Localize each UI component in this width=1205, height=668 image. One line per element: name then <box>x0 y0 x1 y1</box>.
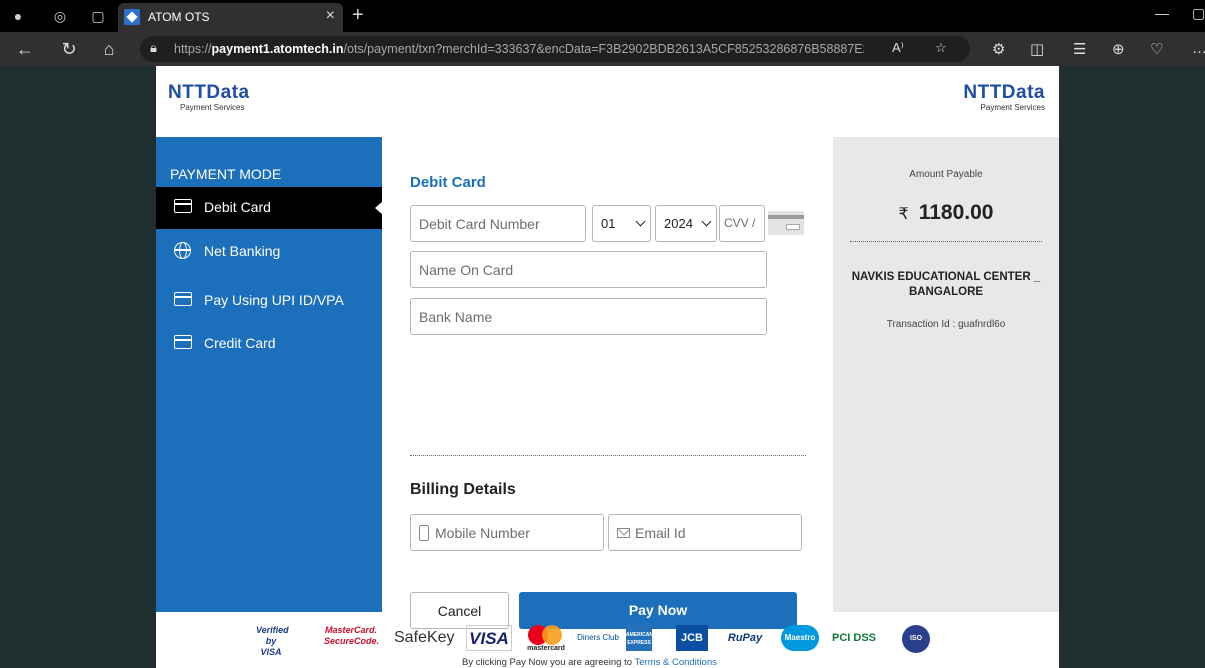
minimize-icon[interactable]: — <box>1155 5 1169 21</box>
rupay-badge: RuPay <box>727 632 763 644</box>
refresh-icon[interactable]: ↻ <box>58 39 80 59</box>
ntt-data-logo-left: NTTData Payment Services <box>168 82 250 112</box>
tab-title: ATOM OTS <box>148 10 210 24</box>
divider <box>410 455 806 456</box>
workspaces-icon[interactable]: ◎ <box>50 6 70 26</box>
mastercard-badge: mastercard <box>524 625 568 652</box>
mastercard-badge-text: mastercard <box>527 645 565 652</box>
card-number-input[interactable]: Debit Card Number <box>410 205 586 242</box>
verified-by-visa-badge: Verified by VISA <box>256 625 289 657</box>
maximize-icon[interactable]: ▢ <box>1192 5 1205 22</box>
email-input[interactable]: Email Id <box>608 514 802 551</box>
terms-link[interactable]: Terms & Conditions <box>635 657 717 668</box>
logo-subtext: Payment Services <box>980 103 1045 112</box>
iso-certification-badge: ISO <box>902 625 930 653</box>
address-bar[interactable]: 🔒︎ https://payment1.atomtech.in/ots/paym… <box>140 36 970 62</box>
browser-tab[interactable]: ATOM OTS × <box>118 3 343 32</box>
amount-number: 1180.00 <box>918 201 994 224</box>
cvv-input[interactable]: CVV / <box>719 205 765 242</box>
browser-tab-strip: ● ◎ ▢ ATOM OTS × + — ▢ <box>0 0 1205 32</box>
amount-label: Amount Payable <box>909 169 983 180</box>
maestro-badge: Maestro <box>781 625 819 651</box>
card-icon <box>174 292 192 306</box>
safekey-badge: SafeKey <box>394 629 455 646</box>
sidebar-title: PAYMENT MODE <box>170 166 282 182</box>
payment-mode-sidebar: PAYMENT MODE Debit Card Net Banking Pay … <box>156 137 383 612</box>
collections-icon[interactable]: ⊕ <box>1112 40 1125 58</box>
pci-dss-badge: PCI DSS <box>831 632 876 644</box>
card-number-placeholder: Debit Card Number <box>419 216 540 232</box>
home-icon[interactable]: ⌂ <box>98 39 120 59</box>
tab-close-icon[interactable]: × <box>326 7 335 25</box>
new-tab-icon[interactable]: + <box>352 4 364 27</box>
sidebar-item-net-banking[interactable]: Net Banking <box>156 231 382 273</box>
sidebar-item-label: Credit Card <box>204 335 276 351</box>
split-screen-icon[interactable]: ◫ <box>1030 40 1044 58</box>
favorite-star-icon[interactable]: ☆ <box>935 40 947 56</box>
email-placeholder: Email Id <box>635 525 686 541</box>
extensions-icon[interactable]: ⚙ <box>992 40 1005 58</box>
sidebar-item-label: Debit Card <box>204 199 271 215</box>
ntt-data-logo-right: NTTData Payment Services <box>963 82 1045 112</box>
form-heading: Debit Card <box>410 174 486 191</box>
terms-notice: By clicking Pay Now you are agreeing to … <box>462 657 717 668</box>
terms-notice-text: By clicking Pay Now you are agreeing to <box>462 657 633 668</box>
tab-actions-icon[interactable]: ▢ <box>88 6 108 26</box>
amount-value: ₹1180.00 <box>833 201 1059 225</box>
back-icon[interactable]: ← <box>14 39 36 59</box>
logo-text: NTTData <box>963 82 1045 103</box>
sidebar-item-credit-card[interactable]: Credit Card <box>156 323 382 365</box>
billing-heading: Billing Details <box>410 481 516 498</box>
transaction-id: Transaction Id : guafnrdl6o <box>886 319 1006 330</box>
globe-icon <box>174 242 191 259</box>
summary-divider <box>850 241 1042 242</box>
sidebar-item-debit-card[interactable]: Debit Card <box>156 187 383 229</box>
pay-now-button[interactable]: Pay Now <box>519 592 797 629</box>
mobile-placeholder: Mobile Number <box>435 525 530 541</box>
browser-essentials-icon[interactable]: ♡ <box>1150 40 1163 58</box>
visa-badge: VISA <box>466 625 512 651</box>
name-placeholder: Name On Card <box>419 262 514 278</box>
site-favicon-icon <box>124 9 140 25</box>
expiry-year-select[interactable]: 2024 <box>655 205 717 242</box>
cvv-card-icon <box>768 211 804 235</box>
chevron-down-icon <box>635 216 646 227</box>
card-icon <box>174 199 192 213</box>
rupee-icon: ₹ <box>898 206 909 223</box>
mastercard-securecode-badge: MasterCard. SecureCode. <box>324 625 380 646</box>
phone-icon <box>419 525 429 541</box>
payment-card: NTTData Payment Services NTTData Payment… <box>156 66 1059 668</box>
lock-icon[interactable]: 🔒︎ <box>150 40 157 56</box>
sidebar-item-label: Net Banking <box>204 243 281 259</box>
logo-text: NTTData <box>168 82 250 103</box>
bank-placeholder: Bank Name <box>419 309 493 325</box>
expiry-month-value: 01 <box>601 216 616 231</box>
expiry-month-select[interactable]: 01 <box>592 205 651 242</box>
more-icon[interactable]: … <box>1192 40 1205 57</box>
cvv-placeholder: CVV / <box>724 216 756 230</box>
bank-name-input[interactable]: Bank Name <box>410 298 767 335</box>
profile-icon[interactable]: ● <box>8 6 28 26</box>
name-on-card-input[interactable]: Name On Card <box>410 251 767 288</box>
page-background: NTTData Payment Services NTTData Payment… <box>0 66 1205 668</box>
url-text: https://payment1.atomtech.in/ots/payment… <box>174 42 864 56</box>
card-icon <box>174 335 192 349</box>
mail-icon <box>617 528 630 538</box>
amex-badge: AMERICAN EXPRESS <box>626 625 653 651</box>
read-aloud-icon[interactable]: A⁾ <box>892 40 904 56</box>
diners-club-badge: Diners Club <box>577 633 619 642</box>
mobile-number-input[interactable]: Mobile Number <box>410 514 604 551</box>
sidebar-item-label: Pay Using UPI ID/VPA <box>204 292 344 308</box>
jcb-badge: JCB <box>676 625 708 651</box>
chevron-down-icon <box>701 216 712 227</box>
order-summary: Amount Payable ₹1180.00 NAVKIS EDUCATION… <box>833 137 1059 612</box>
cancel-button[interactable]: Cancel <box>410 592 509 629</box>
favorites-icon[interactable]: ☰ <box>1073 40 1086 58</box>
logo-subtext: Payment Services <box>180 103 245 112</box>
browser-toolbar: ← ↻ ⌂ 🔒︎ https://payment1.atomtech.in/ot… <box>0 32 1205 66</box>
expiry-year-value: 2024 <box>664 216 693 231</box>
sidebar-item-upi[interactable]: Pay Using UPI ID/VPA <box>156 280 382 322</box>
merchant-name: NAVKIS EDUCATIONAL CENTER _ BANGALORE <box>851 271 1041 298</box>
